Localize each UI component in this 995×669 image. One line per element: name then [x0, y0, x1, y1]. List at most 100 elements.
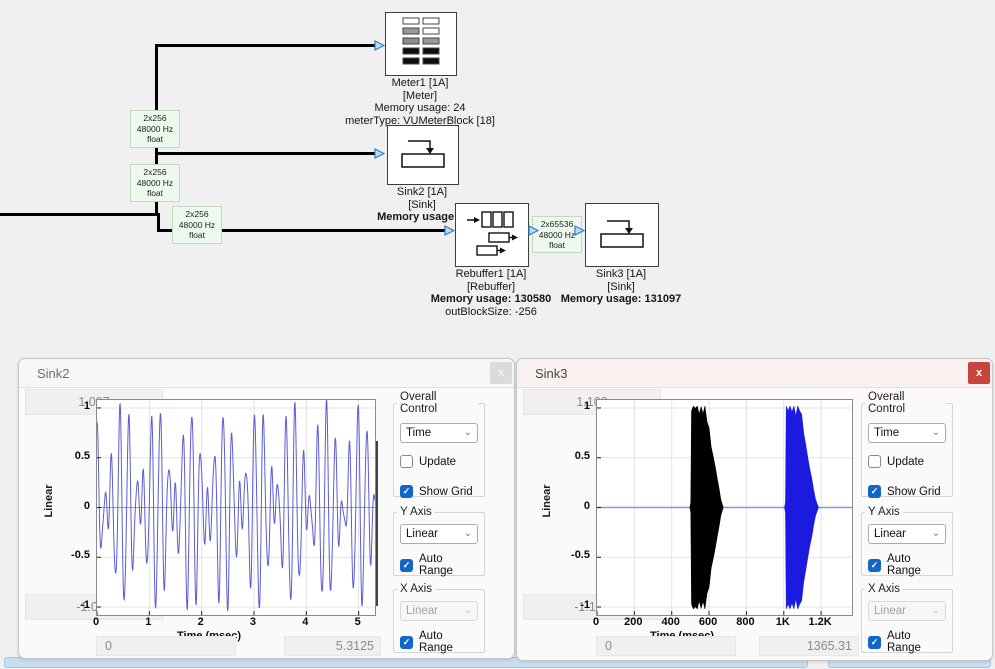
group-title: Y Axis [865, 506, 903, 518]
scope-window-sink3: Sink3 x 1.100 -1.100 Linear Time (msec) … [516, 358, 993, 661]
update-checkbox[interactable]: Update [868, 455, 946, 468]
signal-dims-label-3: 2x256 48000 Hz float [172, 206, 222, 244]
y-tick-label: 0 [54, 500, 90, 512]
checkmark-icon: ✓ [871, 560, 879, 571]
scope-plot-sink3[interactable] [596, 399, 853, 616]
chevron-down-icon: ⌄ [932, 529, 940, 539]
input-port-icon [374, 40, 385, 51]
y-auto-range-checkbox[interactable]: ✓ Auto Range [868, 553, 946, 577]
block-rebuffer1[interactable] [455, 203, 529, 267]
checkbox-unchecked[interactable] [868, 455, 881, 468]
x-auto-range-checkbox[interactable]: ✓ Auto Range [868, 630, 946, 654]
x-start-readout: 0 [596, 636, 736, 656]
chevron-down-icon: ⌄ [464, 529, 472, 539]
checkbox-checked[interactable]: ✓ [400, 485, 413, 498]
group-title: X Axis [865, 583, 903, 595]
scope-plot-sink2[interactable] [96, 399, 376, 616]
y-tick-label: 0 [554, 500, 590, 512]
signal-wire-to-sink2[interactable] [155, 152, 377, 155]
group-title: Overall Control [397, 391, 478, 415]
block-caption-sink3: Sink3 [1A] [Sink] Memory usage: 131097 [541, 268, 701, 306]
x-end-readout: 1365.31 [759, 636, 859, 656]
chevron-down-icon: ⌄ [932, 606, 940, 616]
x-tick-label: 1.2K [803, 616, 837, 628]
time-mode-dropdown[interactable]: Time ⌄ [868, 423, 946, 443]
block-meter1[interactable] [385, 12, 457, 76]
y-scale-dropdown[interactable]: Linear ⌄ [868, 524, 946, 544]
close-button[interactable]: x [490, 362, 512, 384]
x-axis-group: X Axis Linear ⌄ ✓ Auto Range [393, 583, 485, 653]
block-sink3[interactable] [585, 203, 659, 267]
input-port-icon [574, 225, 585, 236]
y-axis-group: Y Axis Linear ⌄ ✓ Auto Range [861, 506, 953, 576]
signal-dims-label-2: 2x256 48000 Hz float [130, 164, 180, 202]
checkmark-icon: ✓ [871, 637, 879, 648]
x-tick-label: 4 [288, 616, 322, 628]
window-titlebar[interactable]: Sink2 [19, 359, 514, 388]
window-titlebar[interactable]: Sink3 [517, 359, 992, 388]
group-title: X Axis [397, 583, 435, 595]
x-tick-label: 400 [654, 616, 688, 628]
x-auto-range-checkbox[interactable]: ✓ Auto Range [400, 630, 478, 654]
x-tick-label: 1K [766, 616, 800, 628]
x-tick-label: 200 [616, 616, 650, 628]
output-port-icon [528, 225, 539, 236]
y-tick-label: 1 [54, 400, 90, 412]
chevron-down-icon: ⌄ [932, 428, 940, 438]
x-tick-label: 0 [79, 616, 113, 628]
plot-canvas [597, 400, 852, 615]
checkmark-icon: ✓ [403, 637, 411, 648]
group-title: Overall Control [865, 391, 946, 415]
x-tick-label: 5 [341, 616, 375, 628]
y-tick-label: -0.5 [554, 549, 590, 561]
y-tick-label: 0.5 [54, 450, 90, 462]
checkbox-checked[interactable]: ✓ [400, 559, 413, 572]
checkmark-icon: ✓ [403, 560, 411, 571]
x-tick-label: 2 [184, 616, 218, 628]
x-tick-label: 1 [131, 616, 165, 628]
checkbox-unchecked[interactable] [400, 455, 413, 468]
show-grid-checkbox[interactable]: ✓ Show Grid [400, 485, 478, 498]
chevron-down-icon: ⌄ [464, 428, 472, 438]
sink-icon [399, 135, 447, 176]
y-scale-dropdown[interactable]: Linear ⌄ [400, 524, 478, 544]
plot-canvas [97, 400, 375, 615]
signal-dims-label-1: 2x256 48000 Hz float [130, 110, 180, 148]
checkmark-icon: ✓ [871, 486, 879, 497]
x-tick-label: 3 [236, 616, 270, 628]
show-grid-checkbox[interactable]: ✓ Show Grid [868, 485, 946, 498]
checkbox-checked[interactable]: ✓ [400, 636, 413, 649]
window-title: Sink2 [37, 366, 70, 381]
close-icon: x [976, 367, 982, 379]
y-axis-group: Y Axis Linear ⌄ ✓ Auto Range [393, 506, 485, 576]
x-scale-dropdown: Linear ⌄ [868, 601, 946, 621]
checkbox-checked[interactable]: ✓ [868, 559, 881, 572]
overall-control-group: Overall Control Time ⌄ Update ✓ Show Gri… [861, 391, 953, 497]
time-mode-dropdown[interactable]: Time ⌄ [400, 423, 478, 443]
x-tick-label: 600 [691, 616, 725, 628]
y-axis-label: Linear [541, 471, 553, 531]
block-sink2[interactable] [387, 125, 459, 185]
scope-window-sink2: Sink2 x 1.097 -1.080 Linear Time (msec) … [18, 358, 515, 659]
y-auto-range-checkbox[interactable]: ✓ Auto Range [400, 553, 478, 577]
overall-control-group: Overall Control Time ⌄ Update ✓ Show Gri… [393, 391, 485, 497]
close-button[interactable]: x [968, 362, 990, 384]
x-tick-label: 800 [728, 616, 762, 628]
x-axis-group: X Axis Linear ⌄ ✓ Auto Range [861, 583, 953, 653]
sink-icon [598, 215, 646, 256]
x-tick-label: 0 [579, 616, 613, 628]
y-tick-label: -1 [54, 599, 90, 611]
x-scale-dropdown: Linear ⌄ [400, 601, 478, 621]
screenshot-root: 2x256 48000 Hz float 2x256 48000 Hz floa… [0, 0, 995, 669]
chevron-down-icon: ⌄ [464, 606, 472, 616]
vu-meter-icon [401, 17, 441, 72]
splitter-handle[interactable] [376, 441, 378, 606]
input-port-icon [374, 148, 385, 159]
update-checkbox[interactable]: Update [400, 455, 478, 468]
checkbox-checked[interactable]: ✓ [868, 485, 881, 498]
signal-wire-to-meter1[interactable] [155, 44, 377, 47]
x-start-readout: 0 [96, 636, 236, 656]
signal-wire-source[interactable] [0, 213, 158, 216]
y-tick-label: -1 [554, 599, 590, 611]
checkbox-checked[interactable]: ✓ [868, 636, 881, 649]
